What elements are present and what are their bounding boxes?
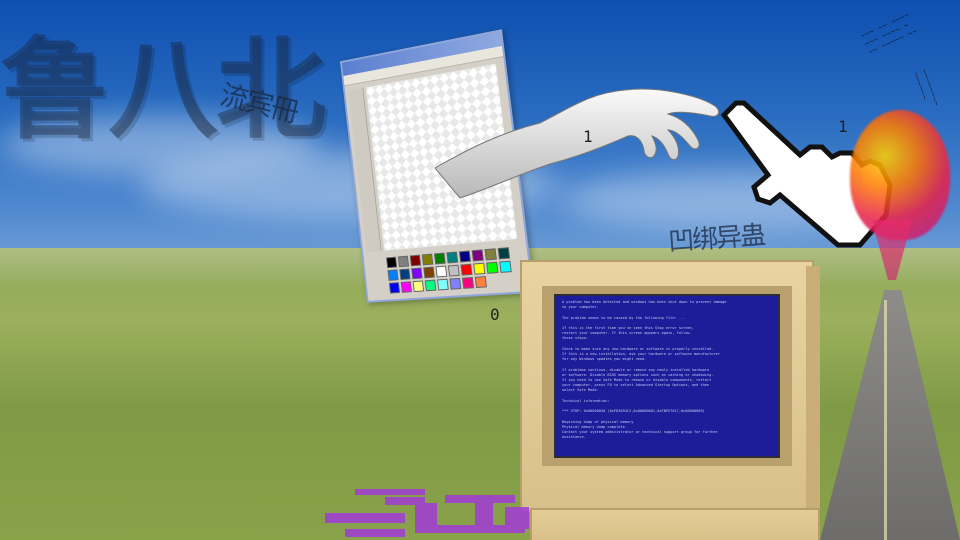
palette-swatch[interactable] [484,248,497,261]
palette-swatch[interactable] [460,263,473,276]
palette-swatch[interactable] [424,279,437,292]
bsod-line: assistance. [562,435,586,440]
glitch-digit: 1 [583,127,593,146]
glitch-big-characters: 鲁八北 [0,26,326,154]
palette-swatch[interactable] [412,280,425,293]
color-palette[interactable] [385,245,522,294]
palette-swatch[interactable] [435,265,448,278]
palette-swatch[interactable] [387,269,399,281]
palette-swatch[interactable] [388,282,401,294]
palette-swatch[interactable] [446,251,459,264]
palette-swatch[interactable] [421,253,434,266]
palette-swatch[interactable] [486,261,499,274]
palette-swatch[interactable] [386,256,398,269]
palette-swatch[interactable] [474,276,488,289]
road-centerline [884,300,887,540]
blue-screen-of-death: A problem has been detected and windows … [554,294,780,458]
palette-swatch[interactable] [433,252,446,265]
glitch-digit: 1 [838,117,848,136]
palette-swatch[interactable] [423,266,435,279]
palette-swatch[interactable] [499,260,512,273]
retro-computer: A problem has been detected and windows … [520,260,820,540]
palette-swatch[interactable] [411,267,423,280]
palette-swatch[interactable] [397,255,410,268]
palette-swatch[interactable] [461,276,475,289]
palette-swatch[interactable] [458,250,471,263]
palette-swatch[interactable] [471,249,484,262]
palette-swatch[interactable] [449,277,462,290]
monitor-side [806,266,820,510]
palette-swatch[interactable] [447,264,460,277]
palette-swatch[interactable] [409,254,422,267]
computer-base [530,508,820,540]
glitch-digit: 0 [490,305,500,324]
palette-swatch[interactable] [497,247,511,260]
white-hand-icon [434,88,720,199]
purple-glitch-shape [325,489,529,537]
palette-swatch[interactable] [436,278,449,291]
palette-swatch[interactable] [400,281,413,293]
palette-swatch[interactable] [473,262,486,275]
palette-swatch[interactable] [399,268,411,281]
vaporwave-scene: 鲁八北 流宾冊 流宾 凹绑异蛊 ~~~ ~~ ~~~~~~~ ~~~~ ~~~ … [0,0,960,540]
